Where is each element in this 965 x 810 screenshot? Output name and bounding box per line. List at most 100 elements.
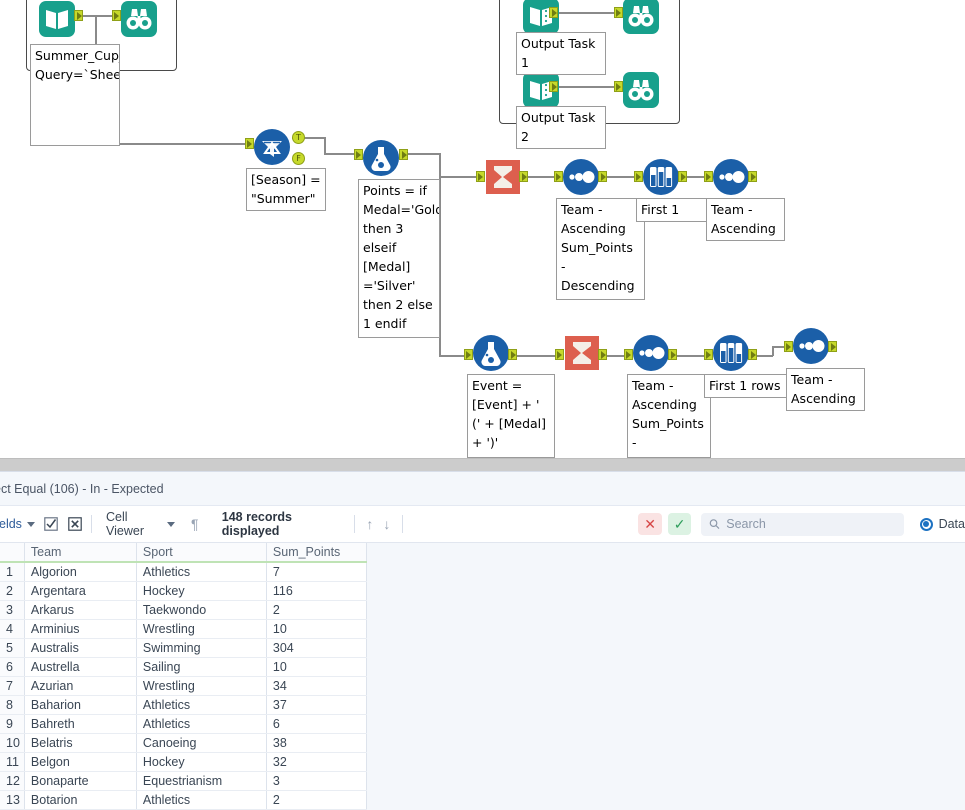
workflow-canvas[interactable]: T F Summer_Cup Query=`Shee Output Task 1…: [0, 0, 965, 458]
cell-sport[interactable]: Athletics: [136, 714, 267, 734]
cell-points[interactable]: 38: [266, 733, 367, 753]
cell-points[interactable]: 2: [266, 600, 367, 620]
cell-sport[interactable]: Sailing: [136, 657, 267, 677]
annotation-sort-1[interactable]: Team - Ascending Sum_Points - Descending: [556, 198, 645, 300]
table-row[interactable]: 11 Belgon Hockey 32: [0, 752, 367, 772]
cell-points[interactable]: 6: [266, 714, 367, 734]
annotation-output-task-1[interactable]: Output Task 1: [516, 32, 606, 75]
deselect-all-button[interactable]: [66, 514, 84, 534]
table-row[interactable]: 10 Belatris Canoeing 38: [0, 733, 367, 753]
cell-points[interactable]: 10: [266, 619, 367, 639]
output-anchor-output-2[interactable]: [549, 81, 558, 92]
annotation-formula-points[interactable]: Points = if Medal='Gold' then 3 elseif […: [358, 179, 440, 338]
cell-team[interactable]: Botarion: [24, 790, 137, 810]
output-anchor-sort-1[interactable]: [598, 171, 607, 182]
table-row[interactable]: 4 Arminius Wrestling 10: [0, 619, 367, 639]
cell-points[interactable]: 32: [266, 752, 367, 772]
cell-points[interactable]: 10: [266, 657, 367, 677]
sort-tool-2[interactable]: [712, 158, 750, 196]
cell-team[interactable]: Argentara: [24, 581, 137, 601]
annotation-output-task-2[interactable]: Output Task 2: [516, 106, 606, 149]
output-anchor-sort-3[interactable]: [668, 349, 677, 360]
filter-true-output-label[interactable]: T: [292, 131, 305, 144]
output-anchor-sample-1[interactable]: [678, 171, 687, 182]
cell-team[interactable]: Azurian: [24, 676, 137, 696]
accept-button[interactable]: ✓: [667, 513, 692, 535]
browse-tool-1[interactable]: [120, 0, 158, 38]
search-box[interactable]: [701, 512, 904, 536]
cell-sport[interactable]: Wrestling: [136, 676, 267, 696]
annotation-formula-event[interactable]: Event = [Event] + ' (' + [Medal] + ')': [467, 374, 555, 458]
cell-points[interactable]: 3: [266, 771, 367, 791]
output-anchor-input-1[interactable]: [74, 10, 83, 21]
table-row[interactable]: 6 Austrella Sailing 10: [0, 657, 367, 677]
annotation-sample-2[interactable]: First 1 rows: [704, 374, 789, 398]
cell-team[interactable]: Baharion: [24, 695, 137, 715]
column-header-sum-points[interactable]: Sum_Points: [266, 543, 367, 563]
summarize-tool-1[interactable]: [484, 158, 522, 196]
output-anchor-formula-2[interactable]: [508, 349, 517, 360]
annotation-filter-expression[interactable]: [Season] = "Summer": [246, 168, 326, 211]
table-row[interactable]: 5 Australis Swimming 304: [0, 638, 367, 658]
select-all-checkbox-button[interactable]: [42, 514, 60, 534]
cell-team[interactable]: Arminius: [24, 619, 137, 639]
cell-points[interactable]: 7: [266, 562, 367, 582]
output-anchor-sort-2[interactable]: [748, 171, 757, 182]
data-view-radio[interactable]: Data: [919, 517, 965, 531]
previous-record-button[interactable]: ↑: [361, 516, 378, 532]
cell-points[interactable]: 34: [266, 676, 367, 696]
sample-tool-2[interactable]: [712, 334, 750, 372]
input-data-tool-1[interactable]: [38, 0, 76, 38]
cell-team[interactable]: Algorion: [24, 562, 137, 582]
cell-team[interactable]: Austrella: [24, 657, 137, 677]
column-header-team[interactable]: Team: [24, 543, 137, 563]
cell-team[interactable]: Australis: [24, 638, 137, 658]
filter-false-output-label[interactable]: F: [292, 152, 305, 165]
output-anchor-sort-4[interactable]: [828, 341, 837, 352]
column-header-sport[interactable]: Sport: [136, 543, 267, 563]
table-row[interactable]: 12 Bonaparte Equestrianism 3: [0, 771, 367, 791]
table-row[interactable]: 1 Algorion Athletics 7: [0, 562, 367, 582]
cell-sport[interactable]: Hockey: [136, 752, 267, 772]
search-input[interactable]: [726, 517, 896, 531]
browse-tool-2[interactable]: [622, 0, 660, 35]
results-grid-container[interactable]: Team Sport Sum_Points 1 Algorion Athleti…: [0, 543, 965, 810]
annotation-sort-2[interactable]: Team - Ascending: [706, 198, 785, 241]
panel-splitter[interactable]: [0, 458, 965, 471]
show-whitespace-button[interactable]: ¶: [186, 514, 204, 534]
table-row[interactable]: 7 Azurian Wrestling 34: [0, 676, 367, 696]
output-anchor-output-1[interactable]: [549, 7, 558, 18]
cell-points[interactable]: 2: [266, 790, 367, 810]
cell-sport[interactable]: Swimming: [136, 638, 267, 658]
fields-dropdown[interactable]: elds: [0, 511, 42, 537]
cell-sport[interactable]: Athletics: [136, 562, 267, 582]
annotation-sort-3[interactable]: Team - Ascending Sum_Points -: [627, 374, 711, 458]
output-anchor-sample-2[interactable]: [748, 349, 757, 360]
formula-tool-2[interactable]: [472, 334, 510, 372]
cell-points[interactable]: 116: [266, 581, 367, 601]
sort-tool-3[interactable]: [632, 334, 670, 372]
cell-team[interactable]: Belgon: [24, 752, 137, 772]
sort-tool-4[interactable]: [792, 327, 830, 365]
sort-tool-1[interactable]: [562, 158, 600, 196]
filter-tool[interactable]: [253, 128, 291, 166]
cell-sport[interactable]: Canoeing: [136, 733, 267, 753]
output-anchor-summarize-1[interactable]: [519, 171, 528, 182]
cell-team[interactable]: Belatris: [24, 733, 137, 753]
table-row[interactable]: 9 Bahreth Athletics 6: [0, 714, 367, 734]
summarize-tool-2[interactable]: [563, 334, 601, 372]
cell-sport[interactable]: Athletics: [136, 790, 267, 810]
annotation-sample-1[interactable]: First 1 rows: [636, 198, 708, 222]
cell-team[interactable]: Bonaparte: [24, 771, 137, 791]
cell-sport[interactable]: Athletics: [136, 695, 267, 715]
browse-tool-3[interactable]: [622, 71, 660, 109]
output-anchor-summarize-2[interactable]: [598, 349, 607, 360]
table-row[interactable]: 8 Baharion Athletics 37: [0, 695, 367, 715]
table-row[interactable]: 3 Arkarus Taekwondo 2: [0, 600, 367, 620]
cell-team[interactable]: Arkarus: [24, 600, 137, 620]
table-row[interactable]: 13 Botarion Athletics 2: [0, 790, 367, 810]
cell-sport[interactable]: Hockey: [136, 581, 267, 601]
cell-points[interactable]: 37: [266, 695, 367, 715]
reject-button[interactable]: ✕: [638, 513, 662, 535]
table-row[interactable]: 2 Argentara Hockey 116: [0, 581, 367, 601]
